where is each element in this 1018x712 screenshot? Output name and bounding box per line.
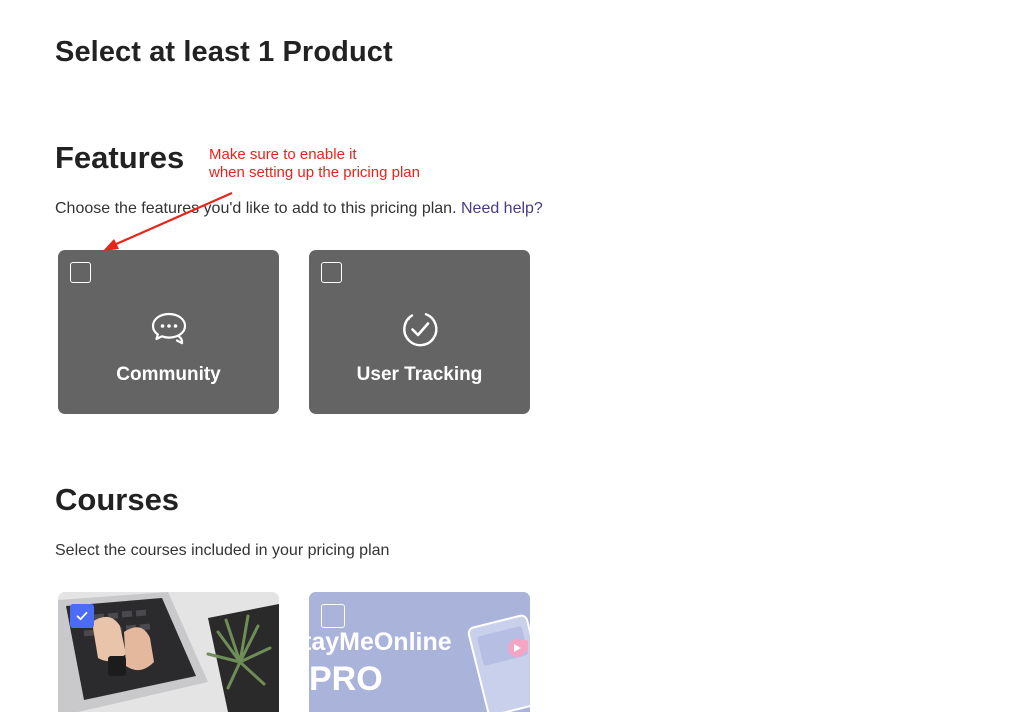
course-card-1[interactable]	[58, 592, 279, 712]
feature-card-community[interactable]: Community	[58, 250, 279, 414]
features-section-title: Features	[55, 140, 185, 175]
checkmark-icon	[76, 611, 88, 621]
annotation-note: Make sure to enable it when setting up t…	[209, 146, 420, 181]
course-2-checkbox[interactable]	[321, 604, 345, 628]
feature-card-user-tracking[interactable]: User Tracking	[309, 250, 530, 414]
course-2-thumbnail-text-2: PRO	[309, 660, 383, 698]
need-help-link[interactable]: Need help?	[461, 200, 543, 217]
course-card-2[interactable]: tayMeOnline PRO	[309, 592, 530, 712]
course-2-thumbnail-text: tayMeOnline	[309, 628, 452, 656]
chat-bubbles-icon	[151, 312, 186, 345]
check-circle-icon	[402, 313, 438, 347]
user-tracking-label: User Tracking	[356, 364, 483, 385]
community-checkbox[interactable]	[70, 262, 91, 283]
community-label: Community	[116, 364, 221, 385]
page-title: Select at least 1 Product	[55, 36, 393, 68]
courses-section-title: Courses	[55, 482, 180, 517]
course-1-checkbox[interactable]	[70, 604, 94, 628]
features-description-text: Choose the features you'd like to add to…	[55, 200, 457, 217]
features-description: Choose the features you'd like to add to…	[55, 200, 543, 218]
user-tracking-checkbox[interactable]	[321, 262, 342, 283]
courses-description: Select the courses included in your pric…	[55, 542, 390, 559]
